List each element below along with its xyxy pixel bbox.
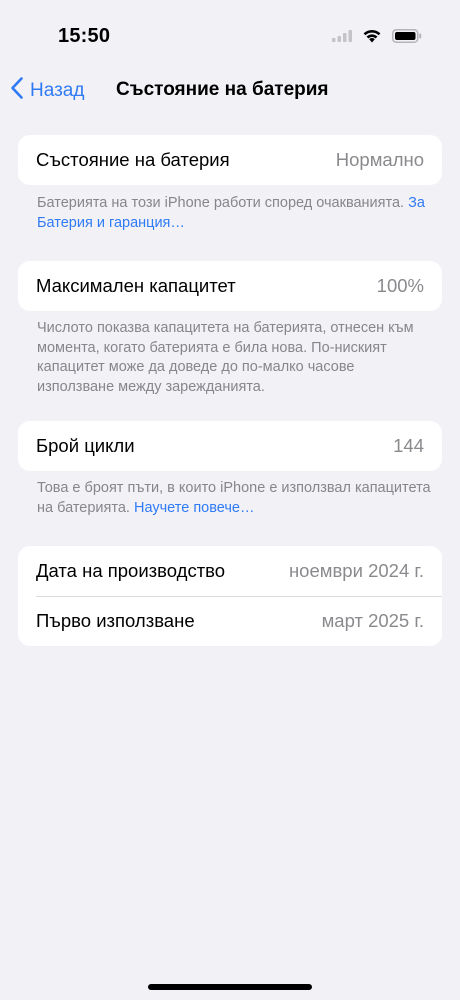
cycle-count-value: 144 bbox=[393, 435, 424, 456]
first-use-label: Първо използване bbox=[36, 610, 195, 631]
manufacture-date-value: ноември 2024 г. bbox=[288, 560, 424, 581]
manufacture-date-row: Дата на производство ноември 2024 г. bbox=[18, 546, 442, 596]
chevron-left-icon bbox=[10, 76, 24, 105]
status-icons bbox=[332, 28, 422, 48]
learn-more-link[interactable]: Научете повече… bbox=[134, 500, 255, 516]
battery-state-value: Нормално bbox=[335, 149, 424, 170]
back-label: Назад bbox=[30, 79, 85, 101]
manufacture-date-label: Дата на производство bbox=[36, 560, 226, 581]
battery-icon bbox=[392, 28, 422, 48]
battery-state-footnote-text: Батерията на този iPhone работи според о… bbox=[37, 195, 405, 211]
cycle-count-footnote: Това е броят пъти, в които iPhone е изпо… bbox=[37, 479, 432, 518]
first-use-value: март 2025 г. bbox=[321, 610, 424, 631]
max-capacity-label: Максимален капацитет bbox=[36, 275, 236, 296]
home-indicator[interactable] bbox=[148, 984, 312, 990]
max-capacity-card: Максимален капацитет 100% bbox=[18, 261, 442, 311]
first-use-row: Първо използване март 2025 г. bbox=[18, 596, 442, 646]
page-title: Състояние на батерия bbox=[116, 79, 329, 100]
nav-bar: Назад Състояние на батерия bbox=[0, 70, 460, 112]
cellular-signal-icon bbox=[332, 29, 352, 47]
dates-card: Дата на производство ноември 2024 г. Пър… bbox=[18, 546, 442, 646]
row-divider bbox=[36, 596, 442, 597]
cycle-count-label: Брой цикли bbox=[36, 435, 135, 456]
back-button[interactable]: Назад bbox=[10, 76, 84, 105]
wifi-icon bbox=[362, 28, 382, 48]
cycle-count-row: Брой цикли 144 bbox=[18, 421, 442, 471]
max-capacity-row: Максимален капацитет 100% bbox=[18, 261, 442, 311]
cycle-count-card: Брой цикли 144 bbox=[18, 421, 442, 471]
battery-state-card: Състояние на батерия Нормално bbox=[18, 135, 442, 185]
battery-state-footnote: Батерията на този iPhone работи според о… bbox=[37, 194, 432, 233]
battery-state-row: Състояние на батерия Нормално bbox=[18, 135, 442, 185]
status-time: 15:50 bbox=[58, 25, 111, 47]
max-capacity-footnote: Числото показва капацитета на батерията,… bbox=[37, 320, 414, 395]
max-capacity-value: 100% bbox=[376, 275, 424, 296]
battery-state-label: Състояние на батерия bbox=[36, 149, 230, 170]
status-bar: 15:50 bbox=[0, 0, 460, 70]
